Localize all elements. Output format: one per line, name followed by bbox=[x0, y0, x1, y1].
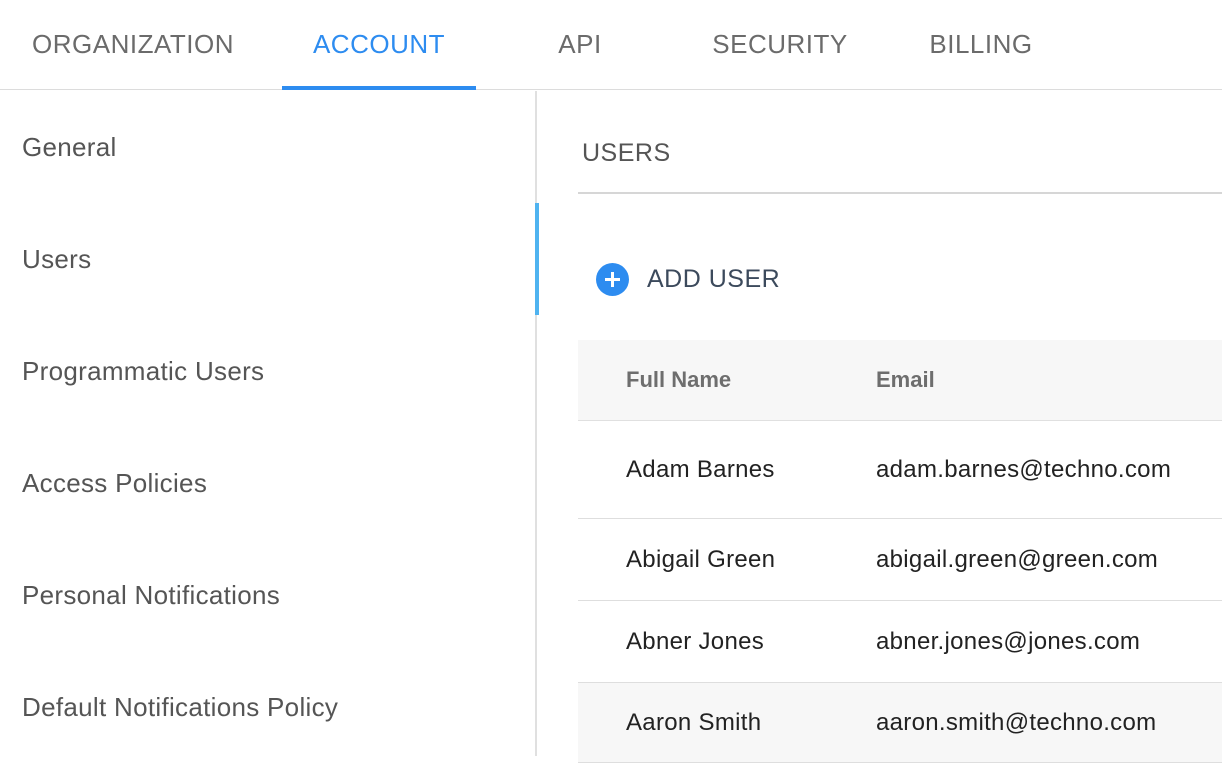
tab-account[interactable]: ACCOUNT bbox=[282, 0, 476, 90]
cell-email: adam.barnes@techno.com bbox=[876, 455, 1172, 483]
sidebar-item-users[interactable]: Users bbox=[0, 203, 539, 315]
sidebar-item-default-notifications-policy[interactable]: Default Notifications Policy bbox=[0, 651, 537, 763]
sidebar-item-label: Default Notifications Policy bbox=[22, 691, 339, 722]
sidebar-item-general[interactable]: General bbox=[0, 91, 537, 203]
table-header: Full Name Email bbox=[578, 340, 1222, 421]
add-user-label: ADD USER bbox=[647, 264, 781, 293]
table-row[interactable]: Abigail Green abigail.green@green.com bbox=[578, 519, 1222, 601]
cell-full-name: Aaron Smith bbox=[626, 708, 762, 736]
cell-full-name: Adam Barnes bbox=[626, 455, 775, 483]
sidebar-item-label: Access Policies bbox=[22, 467, 208, 498]
sidebar-item-personal-notifications[interactable]: Personal Notifications bbox=[0, 539, 537, 651]
cell-email: abigail.green@green.com bbox=[876, 545, 1159, 573]
tab-api[interactable]: API bbox=[520, 0, 640, 88]
main-content: USERS ADD USER Full Name Email Adam Barn… bbox=[538, 91, 1222, 763]
plus-circle-icon bbox=[596, 262, 629, 296]
tab-organization[interactable]: ORGANIZATION bbox=[0, 0, 266, 88]
tab-security[interactable]: SECURITY bbox=[690, 0, 870, 88]
tab-billing[interactable]: BILLING bbox=[900, 0, 1062, 88]
users-table: Full Name Email Adam Barnes adam.barnes@… bbox=[578, 340, 1222, 763]
sidebar: General Users Programmatic Users Access … bbox=[0, 91, 539, 756]
table-row[interactable]: Adam Barnes adam.barnes@techno.com bbox=[578, 421, 1222, 519]
sidebar-item-programmatic-users[interactable]: Programmatic Users bbox=[0, 315, 537, 427]
sidebar-item-label: General bbox=[22, 131, 117, 162]
sidebar-item-label: Personal Notifications bbox=[22, 579, 281, 610]
column-header-full-name[interactable]: Full Name bbox=[626, 367, 731, 393]
page-title: USERS bbox=[582, 139, 671, 167]
column-header-email[interactable]: Email bbox=[876, 367, 935, 393]
sidebar-item-label: Users bbox=[22, 243, 92, 274]
cell-email: abner.jones@jones.com bbox=[876, 627, 1141, 655]
sidebar-item-label: Programmatic Users bbox=[22, 355, 265, 386]
sidebar-item-access-policies[interactable]: Access Policies bbox=[0, 427, 537, 539]
table-row[interactable]: Abner Jones abner.jones@jones.com bbox=[578, 601, 1222, 683]
cell-email: aaron.smith@techno.com bbox=[876, 708, 1157, 736]
table-row[interactable]: Aaron Smith aaron.smith@techno.com bbox=[578, 683, 1222, 763]
top-tab-bar: ORGANIZATION ACCOUNT API SECURITY BILLIN… bbox=[0, 0, 1222, 90]
cell-full-name: Abigail Green bbox=[626, 545, 776, 573]
add-user-button[interactable]: ADD USER bbox=[596, 259, 780, 299]
cell-full-name: Abner Jones bbox=[626, 627, 765, 655]
section-divider bbox=[578, 192, 1222, 194]
